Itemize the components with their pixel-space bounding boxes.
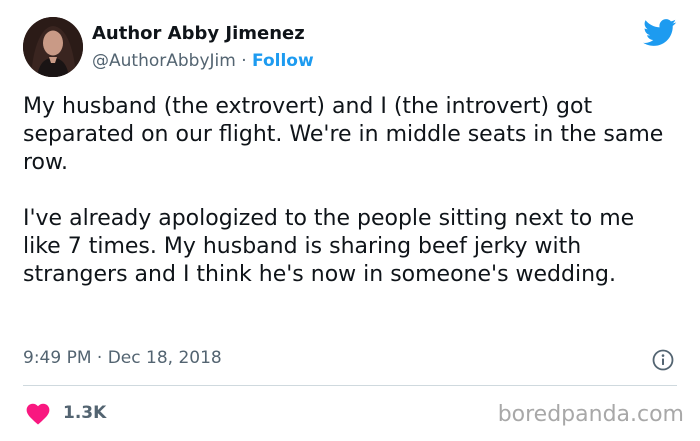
tweet-time: 9:49 PM — [23, 348, 92, 368]
tweet-date: Dec 18, 2018 — [107, 348, 222, 368]
watermark: boredpanda.com — [497, 402, 684, 427]
twitter-bird-icon[interactable] — [643, 19, 677, 47]
tweet-paragraph-2: I've already apologized to the people si… — [23, 206, 635, 287]
tweet-paragraph-1: My husband (the extrovert) and I (the in… — [23, 94, 664, 175]
avatar-image — [23, 17, 83, 77]
author-handle[interactable]: @AuthorAbbyJim — [92, 51, 236, 71]
avatar[interactable] — [23, 17, 83, 77]
handle-row: @AuthorAbbyJim · Follow — [92, 51, 314, 71]
follow-button[interactable]: Follow — [252, 51, 314, 71]
like-count: 1.3K — [63, 403, 107, 423]
divider — [23, 385, 677, 386]
info-icon[interactable] — [652, 349, 674, 371]
tweet-text: My husband (the extrovert) and I (the in… — [23, 93, 678, 289]
handle-separator: · — [235, 51, 253, 71]
author-name[interactable]: Author Abby Jimenez — [92, 23, 305, 44]
tweet-timestamp[interactable]: 9:49 PM · Dec 18, 2018 — [23, 348, 222, 368]
like-button[interactable]: 1.3K — [25, 401, 106, 425]
timestamp-separator: · — [91, 348, 108, 368]
heart-icon — [26, 403, 50, 425]
tweet-card: Author Abby Jimenez @AuthorAbbyJim · Fol… — [0, 0, 700, 441]
